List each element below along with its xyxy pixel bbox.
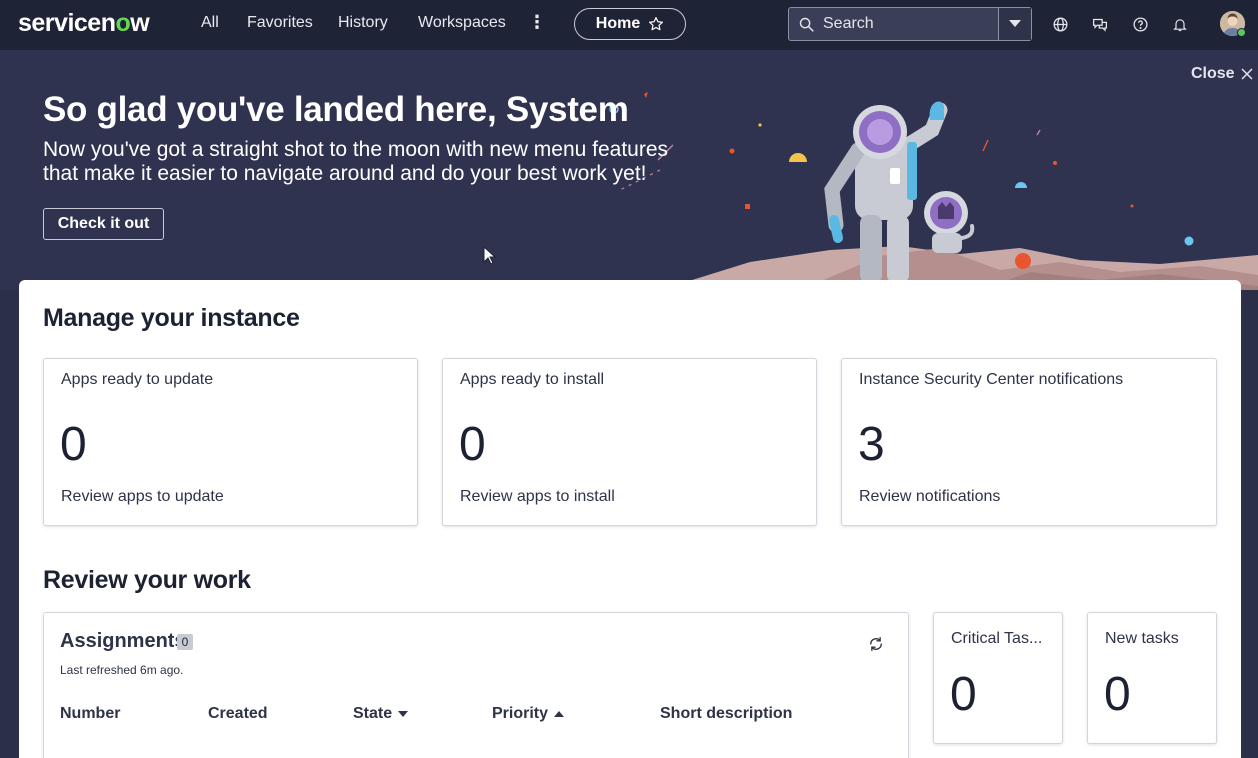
mouse-cursor-icon [483, 246, 496, 265]
apps-install-card[interactable]: Apps ready to install 0 Review apps to i… [442, 358, 817, 526]
star-icon[interactable] [648, 16, 664, 32]
caret-down-icon [1009, 20, 1021, 27]
column-label: State [353, 705, 393, 722]
sort-desc-icon [398, 711, 409, 717]
card-title: Apps ready to install [460, 371, 605, 388]
chat-icon[interactable] [1090, 14, 1110, 34]
column-label: Number [60, 705, 121, 722]
review-apps-update-link[interactable]: Review apps to update [61, 488, 224, 506]
apps-update-card[interactable]: Apps ready to update 0 Review apps to up… [43, 358, 418, 526]
home-content-panel: Manage your instance Apps ready to updat… [19, 280, 1241, 758]
nav-favorites[interactable]: Favorites [247, 14, 313, 32]
logo-text: servicen [18, 9, 116, 37]
assignments-count-badge: 0 [177, 634, 193, 650]
search-placeholder: Search [823, 15, 874, 32]
column-priority[interactable]: Priority [492, 705, 565, 723]
search-icon [799, 17, 814, 32]
assignments-title: Assignments [60, 630, 186, 652]
check-it-out-button[interactable]: Check it out [43, 208, 164, 240]
presence-status-dot [1237, 28, 1246, 37]
tile-title: Critical Tas... [951, 630, 1043, 647]
nav-all[interactable]: All [201, 14, 219, 32]
nav-history[interactable]: History [338, 14, 388, 32]
search-scope-dropdown[interactable] [998, 8, 1031, 40]
card-count: 0 [459, 418, 486, 471]
critical-tasks-tile[interactable]: Critical Tas... 0 [933, 612, 1063, 744]
new-tasks-tile[interactable]: New tasks 0 [1087, 612, 1217, 744]
review-work-heading: Review your work [43, 566, 251, 594]
home-tab[interactable]: Home [574, 8, 686, 40]
card-count: 3 [858, 418, 885, 471]
global-search: Search [788, 7, 1032, 41]
banner-subtitle: Now you've got a straight shot to the mo… [43, 138, 669, 185]
tile-count: 0 [1104, 668, 1131, 721]
nav-more-button[interactable]: ⋮ [528, 12, 546, 33]
card-count: 0 [60, 418, 87, 471]
globe-icon[interactable] [1050, 14, 1070, 34]
home-label: Home [595, 15, 641, 32]
card-title: Apps ready to update [61, 371, 214, 388]
tile-title: New tasks [1105, 630, 1179, 647]
top-nav: servicenow All Favorites History Workspa… [0, 0, 1258, 50]
search-input[interactable]: Search [789, 8, 998, 40]
column-label: Priority [492, 705, 549, 722]
astronaut-illustration [609, 92, 1258, 290]
sort-asc-icon [554, 711, 565, 717]
tile-count: 0 [950, 668, 977, 721]
assignments-card: Assignments 0 Last refreshed 6m ago. Num… [43, 612, 909, 758]
security-center-card[interactable]: Instance Security Center notifications 3… [841, 358, 1217, 526]
column-short-description[interactable]: Short description [660, 705, 792, 723]
logo-text-end: w [130, 9, 150, 37]
banner-close-button[interactable]: Close [1191, 65, 1253, 83]
close-label: Close [1191, 65, 1235, 82]
column-number[interactable]: Number [60, 705, 120, 723]
card-title: Instance Security Center notifications [859, 371, 1124, 388]
notifications-bell-icon[interactable] [1170, 14, 1190, 34]
column-label: Created [208, 705, 268, 722]
review-notifications-link[interactable]: Review notifications [859, 488, 1000, 506]
nav-workspaces[interactable]: Workspaces [418, 14, 506, 32]
welcome-banner: So glad you've landed here, System Now y… [0, 50, 1258, 290]
column-state[interactable]: State [353, 705, 409, 723]
refresh-icon[interactable] [867, 635, 885, 653]
banner-title: So glad you've landed here, System [43, 90, 629, 129]
manage-instance-heading: Manage your instance [43, 304, 300, 332]
column-created[interactable]: Created [208, 705, 268, 723]
column-label: Short description [660, 705, 793, 722]
review-apps-install-link[interactable]: Review apps to install [460, 488, 615, 506]
help-icon[interactable] [1130, 14, 1150, 34]
logo-o: o [115, 9, 131, 37]
servicenow-logo[interactable]: servicenow [18, 9, 150, 38]
last-refreshed-text: Last refreshed 6m ago. [60, 663, 184, 677]
close-icon [1241, 68, 1253, 80]
